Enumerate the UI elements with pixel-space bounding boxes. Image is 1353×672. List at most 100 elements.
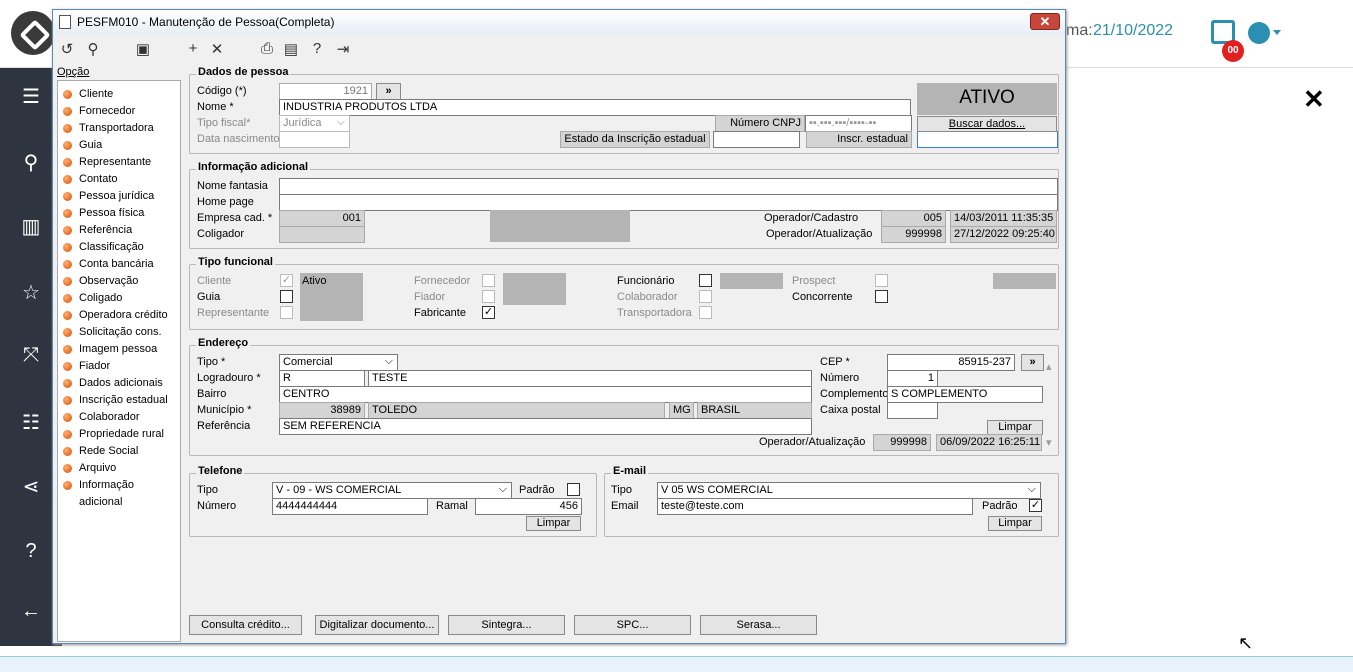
transportadora-checkbox[interactable] <box>699 306 712 319</box>
document-icon <box>59 15 71 29</box>
option-item[interactable]: Pessoa física <box>58 205 180 222</box>
codigo-field[interactable]: 1921 <box>279 83 372 100</box>
option-item[interactable]: Observação <box>58 273 180 290</box>
coligador-field[interactable] <box>279 226 365 243</box>
option-item[interactable]: Conta bancária <box>58 256 180 273</box>
save-icon[interactable]: ▣ <box>133 40 153 58</box>
email-limpar-button[interactable]: Limpar <box>988 516 1042 531</box>
option-item[interactable]: Guia <box>58 137 180 154</box>
help-icon[interactable]: ? <box>307 40 327 58</box>
undo-icon[interactable]: ↺ <box>57 40 77 58</box>
scroll-down-icon[interactable]: ▾ <box>1046 436 1052 450</box>
calendar-icon[interactable]: ▤ <box>281 40 301 58</box>
cnpj-field[interactable]: ▪▪.▪▪▪.▪▪▪/▪▪▪▪-▪▪ <box>805 115 912 132</box>
option-item[interactable]: Classificação <box>58 239 180 256</box>
buscar-dados-button[interactable]: Buscar dados... <box>917 116 1057 132</box>
email-tipo-select[interactable]: V 05 WS COMERCIAL <box>657 482 1041 499</box>
add-icon[interactable]: + <box>183 40 203 58</box>
sintegra-button[interactable]: Sintegra... <box>448 615 565 635</box>
group-telefone: Telefone Tipo V - 09 - WS COMERCIAL Padr… <box>189 465 597 537</box>
option-item[interactable]: Inscrição estadual <box>58 392 180 409</box>
option-item[interactable]: Fornecedor <box>58 103 180 120</box>
logradouro-tipo-field[interactable]: R <box>279 370 365 387</box>
consulta-credito-button[interactable]: Consulta crédito... <box>189 615 302 635</box>
home-page-field[interactable] <box>279 194 1058 211</box>
close-button[interactable]: ✕ <box>1030 13 1060 30</box>
print-icon[interactable]: ⎙ <box>257 40 277 58</box>
op-cadastro-label: Operador/Cadastro <box>764 212 859 224</box>
colaborador-label: Colaborador <box>617 291 678 303</box>
caixa-postal-field[interactable] <box>887 402 938 419</box>
funcionario-checkbox[interactable] <box>699 274 712 287</box>
tipo-fiscal-select[interactable]: Jurídica <box>279 115 350 132</box>
referencia-field[interactable]: SEM REFERENCIA <box>279 418 812 435</box>
chevron-down-icon[interactable] <box>1273 30 1281 35</box>
user-icon[interactable] <box>1248 22 1270 44</box>
complemento-field[interactable]: S COMPLEMENTO <box>887 386 1043 403</box>
app-logo[interactable] <box>11 11 55 55</box>
option-item[interactable]: Representante <box>58 154 180 171</box>
numero-field[interactable]: 1 <box>887 370 938 387</box>
person-dialog: PESFM010 - Manutenção de Pessoa(Completa… <box>52 9 1066 644</box>
option-item[interactable]: Referência <box>58 222 180 239</box>
email-field[interactable]: teste@teste.com <box>657 498 973 515</box>
empresa-field[interactable]: 001 <box>279 210 365 227</box>
exit-icon[interactable]: ⇥ <box>333 40 353 58</box>
fiador-checkbox[interactable] <box>482 290 495 303</box>
option-item[interactable]: Rede Social <box>58 443 180 460</box>
search-icon[interactable]: ⚲ <box>83 40 103 58</box>
option-item[interactable]: Colaborador <box>58 409 180 426</box>
inscr-field[interactable] <box>917 131 1058 148</box>
op-cadastro-date: 14/03/2011 11:35:35 <box>950 210 1057 227</box>
end-limpar-button[interactable]: Limpar <box>987 420 1043 435</box>
tel-numero-field[interactable]: 4444444444 <box>272 498 428 515</box>
option-item[interactable]: Imagem pessoa <box>58 341 180 358</box>
tel-tipo-select[interactable]: V - 09 - WS COMERCIAL <box>272 482 512 499</box>
option-item[interactable]: Operadora crédito <box>58 307 180 324</box>
option-item[interactable]: Solicitação cons. <box>58 324 180 341</box>
serasa-button[interactable]: Serasa... <box>700 615 817 635</box>
cep-field[interactable]: 85915-237 <box>887 354 1015 371</box>
colaborador-checkbox[interactable] <box>699 290 712 303</box>
digitalizar-documento-button[interactable]: Digitalizar documento... <box>315 615 439 635</box>
email-padrao-checkbox[interactable]: ✓ <box>1029 499 1042 512</box>
concorrente-checkbox[interactable] <box>875 290 888 303</box>
nome-field[interactable]: INDUSTRIA PRODUTOS LTDA <box>279 99 911 116</box>
estado-ie-field[interactable] <box>713 131 800 148</box>
option-item[interactable]: Fiador <box>58 358 180 375</box>
group-title: Dados de pessoa <box>196 66 291 78</box>
pais-field: BRASIL <box>697 402 812 419</box>
tel-limpar-button[interactable]: Limpar <box>526 516 581 531</box>
option-item[interactable]: Cliente <box>58 86 180 103</box>
fantasia-field[interactable] <box>279 178 1058 195</box>
option-item[interactable]: Contato <box>58 171 180 188</box>
representante-checkbox[interactable] <box>280 306 293 319</box>
fabricante-checkbox[interactable]: ✓ <box>482 306 495 319</box>
spc-button[interactable]: SPC... <box>574 615 691 635</box>
guia-checkbox[interactable] <box>280 290 293 303</box>
delete-icon[interactable]: ✕ <box>207 40 227 58</box>
cep-search-button[interactable]: » <box>1021 354 1044 371</box>
fornecedor-checkbox[interactable] <box>482 274 495 287</box>
cliente-checkbox[interactable]: ✓ <box>280 274 293 287</box>
prospect-checkbox[interactable] <box>875 274 888 287</box>
funcionario-status <box>720 273 783 289</box>
option-item[interactable]: Dados adicionais <box>58 375 180 392</box>
option-item[interactable]: Arquivo <box>58 460 180 477</box>
email-label: Email <box>611 500 639 512</box>
tel-padrao-checkbox[interactable] <box>567 483 580 496</box>
codigo-search-button[interactable]: » <box>376 83 401 100</box>
option-item[interactable]: Informação adicional <box>58 477 180 508</box>
option-item[interactable]: Pessoa jurídica <box>58 188 180 205</box>
option-item[interactable]: Coligado <box>58 290 180 307</box>
ramal-field[interactable]: 456 <box>475 498 582 515</box>
option-item[interactable]: Transportadora <box>58 120 180 137</box>
option-item[interactable]: Propriedade rural <box>58 426 180 443</box>
nascimento-field[interactable] <box>279 131 350 148</box>
scroll-up-icon[interactable]: ▴ <box>1046 360 1052 374</box>
logradouro-field[interactable]: TESTE <box>368 370 812 387</box>
close-icon[interactable]: ✕ <box>1303 84 1325 115</box>
end-tipo-select[interactable]: Comercial <box>279 354 398 371</box>
municipio-code-field[interactable]: 38989 <box>279 402 365 419</box>
bairro-field[interactable]: CENTRO <box>279 386 812 403</box>
